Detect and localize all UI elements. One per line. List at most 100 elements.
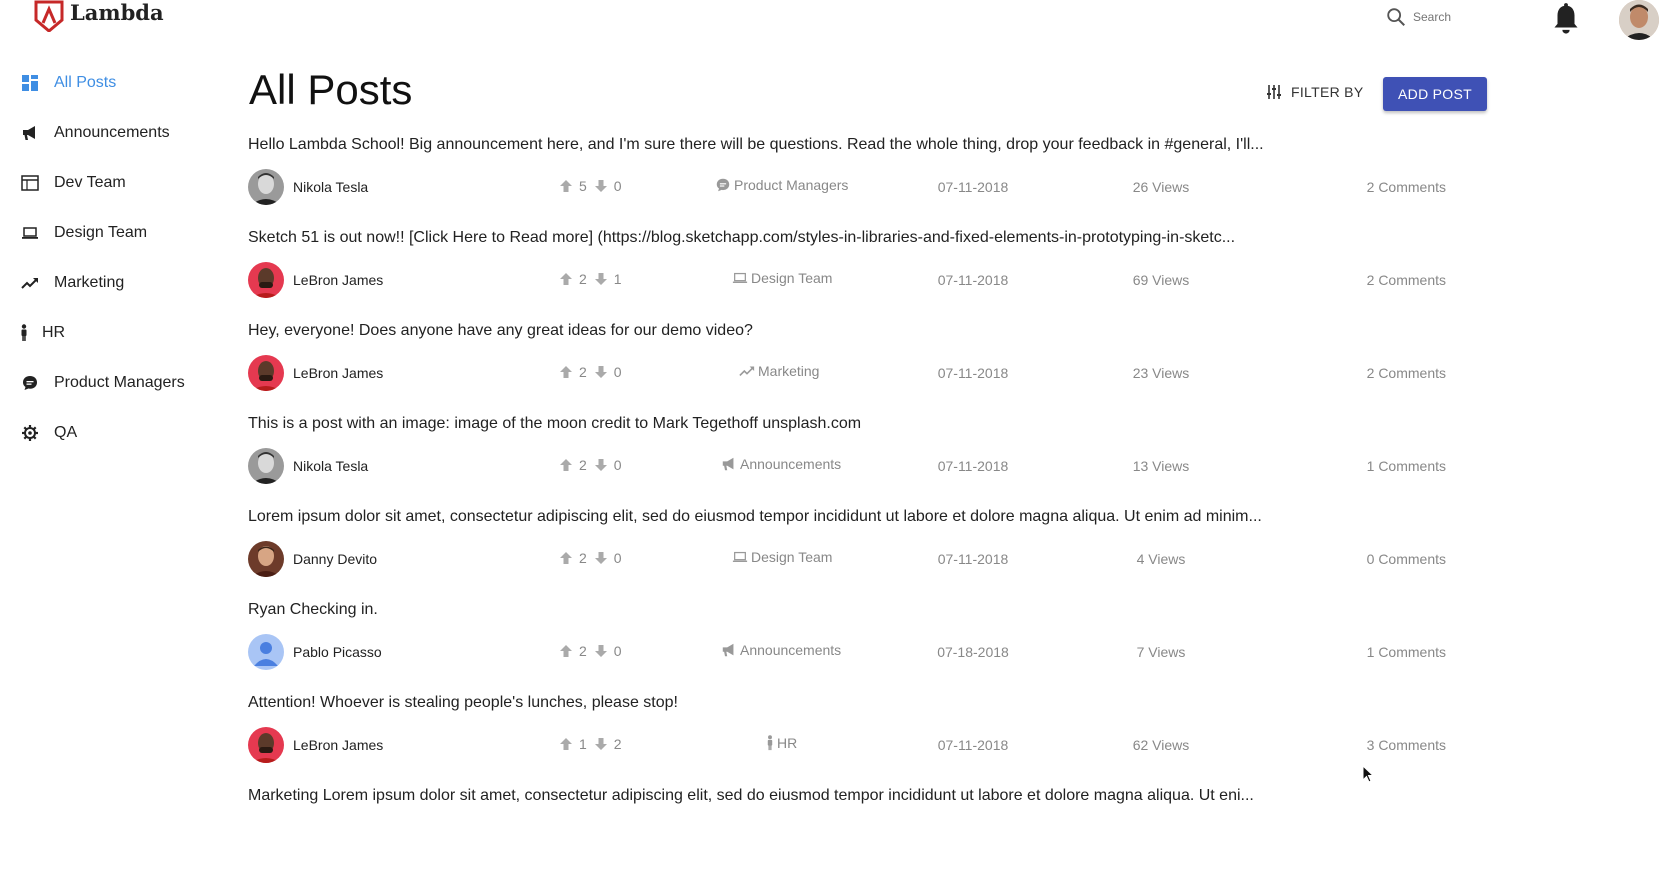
- portrait-lebron-icon: [248, 355, 284, 391]
- downvote-arrow-icon[interactable]: [594, 644, 608, 658]
- post-category[interactable]: Marketing: [739, 363, 899, 379]
- sidebar-item-announcements[interactable]: Announcements: [0, 108, 210, 158]
- post-comments[interactable]: 2 Comments: [1306, 365, 1446, 381]
- author-avatar[interactable]: [248, 541, 284, 577]
- downvote-arrow-icon[interactable]: [594, 179, 608, 193]
- post-item: Marketing Lorem ipsum dolor sit amet, co…: [248, 787, 1488, 880]
- browser-window-icon: [20, 173, 40, 193]
- post-item: Hey, everyone! Does anyone have any grea…: [248, 322, 1488, 415]
- vote-counts: 2 0: [559, 457, 629, 473]
- author-name[interactable]: LeBron James: [293, 365, 383, 381]
- post-category[interactable]: Design Team: [732, 549, 892, 565]
- sidebar-item-hr[interactable]: HR: [0, 308, 210, 358]
- portrait-tesla-icon: [248, 169, 284, 205]
- search-input[interactable]: [1411, 9, 1535, 25]
- post-title[interactable]: This is a post with an image: image of t…: [248, 415, 861, 433]
- sidebar-item-all-posts[interactable]: All Posts: [0, 58, 210, 108]
- post-meta: Nikola Tesla 2 0 Announcements 07-11-201…: [248, 448, 1488, 484]
- post-comments[interactable]: 0 Comments: [1306, 551, 1446, 567]
- filter-by-button[interactable]: FILTER BY: [1266, 84, 1363, 100]
- author-name[interactable]: Pablo Picasso: [293, 644, 382, 660]
- downvote-arrow-icon[interactable]: [594, 365, 608, 379]
- post-views: 23 Views: [1132, 365, 1190, 381]
- post-title[interactable]: Attention! Whoever is stealing people's …: [248, 694, 678, 712]
- downvote-arrow-icon[interactable]: [594, 551, 608, 565]
- post-date: 07-11-2018: [937, 737, 1009, 753]
- author-avatar[interactable]: [248, 634, 284, 670]
- post-category[interactable]: Announcements: [721, 456, 881, 472]
- sidebar-item-label: Design Team: [54, 224, 148, 241]
- post-title[interactable]: Marketing Lorem ipsum dolor sit amet, co…: [248, 787, 1254, 805]
- person-icon: [767, 735, 773, 751]
- post-comments[interactable]: 2 Comments: [1306, 179, 1446, 195]
- upvote-arrow-icon[interactable]: [559, 179, 573, 193]
- sidebar-item-design-team[interactable]: Design Team: [0, 208, 210, 258]
- post-title[interactable]: Lorem ipsum dolor sit amet, consectetur …: [248, 508, 1262, 526]
- post-title[interactable]: Ryan Checking in.: [248, 601, 378, 619]
- author-name[interactable]: LeBron James: [293, 737, 383, 753]
- post-comments[interactable]: 1 Comments: [1306, 458, 1446, 474]
- downvote-count: 0: [613, 364, 622, 380]
- megaphone-icon: [20, 123, 40, 143]
- upvote-arrow-icon[interactable]: [559, 551, 573, 565]
- sidebar-item-qa[interactable]: QA: [0, 408, 210, 458]
- sidebar-item-label: All Posts: [54, 74, 117, 91]
- author-avatar[interactable]: [248, 169, 284, 205]
- search-bar[interactable]: [1385, 6, 1535, 28]
- user-avatar[interactable]: [1619, 0, 1659, 40]
- post-category[interactable]: Design Team: [732, 270, 892, 286]
- upvote-count: 2: [579, 457, 587, 473]
- sidebar-item-marketing[interactable]: Marketing: [0, 258, 210, 308]
- post-comments[interactable]: 2 Comments: [1306, 272, 1446, 288]
- post-meta: LeBron James 1 2 HR 07-11-2018 62 Views …: [248, 727, 1488, 763]
- add-post-button[interactable]: ADD POST: [1383, 77, 1487, 111]
- downvote-arrow-icon[interactable]: [594, 458, 608, 472]
- post-category[interactable]: Product Managers: [715, 177, 875, 193]
- sidebar-item-dev-team[interactable]: Dev Team: [0, 158, 210, 208]
- upvote-arrow-icon[interactable]: [559, 272, 573, 286]
- category-label: Design Team: [751, 549, 833, 565]
- post-title[interactable]: Hello Lambda School! Big announcement he…: [248, 136, 1264, 154]
- downvote-count: 1: [613, 271, 622, 287]
- post-meta: Nikola Tesla 5 0 Product Managers 07-11-…: [248, 169, 1488, 205]
- upvote-arrow-icon[interactable]: [559, 737, 573, 751]
- brand-logo[interactable]: Lambda: [34, 0, 164, 32]
- post-category[interactable]: Announcements: [721, 642, 881, 658]
- upvote-arrow-icon[interactable]: [559, 644, 573, 658]
- author-name[interactable]: Danny Devito: [293, 551, 377, 567]
- author-name[interactable]: LeBron James: [293, 272, 383, 288]
- author-name[interactable]: Nikola Tesla: [293, 458, 368, 474]
- author-avatar[interactable]: [248, 727, 284, 763]
- author-avatar[interactable]: [248, 355, 284, 391]
- author-avatar[interactable]: [248, 262, 284, 298]
- sidebar-item-label: HR: [42, 324, 66, 341]
- category-label: HR: [777, 735, 798, 751]
- upvote-arrow-icon[interactable]: [559, 458, 573, 472]
- posts-list: Hello Lambda School! Big announcement he…: [248, 136, 1488, 880]
- upvote-arrow-icon[interactable]: [559, 365, 573, 379]
- downvote-arrow-icon[interactable]: [594, 737, 608, 751]
- post-title[interactable]: Sketch 51 is out now!! [Click Here to Re…: [248, 229, 1235, 247]
- category-label: Announcements: [740, 456, 842, 472]
- megaphone-icon: [722, 643, 734, 657]
- category-label: Marketing: [758, 363, 820, 379]
- post-comments[interactable]: 1 Comments: [1306, 644, 1446, 660]
- author-name[interactable]: Nikola Tesla: [293, 179, 368, 195]
- sidebar-item-label: Marketing: [54, 274, 125, 291]
- notifications-bell-icon[interactable]: [1551, 2, 1581, 36]
- post-comments[interactable]: 3 Comments: [1306, 737, 1446, 753]
- mouse-cursor-icon: [1362, 765, 1375, 783]
- grid-icon: [20, 73, 40, 93]
- downvote-count: 2: [613, 736, 622, 752]
- downvote-count: 0: [613, 643, 622, 659]
- post-views: 69 Views: [1132, 272, 1190, 288]
- post-title[interactable]: Hey, everyone! Does anyone have any grea…: [248, 322, 753, 340]
- trending-up-icon: [20, 273, 40, 293]
- post-date: 07-11-2018: [937, 365, 1009, 381]
- downvote-arrow-icon[interactable]: [594, 272, 608, 286]
- author-avatar[interactable]: [248, 448, 284, 484]
- post-category[interactable]: HR: [766, 735, 926, 751]
- brand-name: Lambda: [70, 0, 164, 25]
- person-icon: [20, 323, 28, 343]
- sidebar-item-product-managers[interactable]: Product Managers: [0, 358, 210, 408]
